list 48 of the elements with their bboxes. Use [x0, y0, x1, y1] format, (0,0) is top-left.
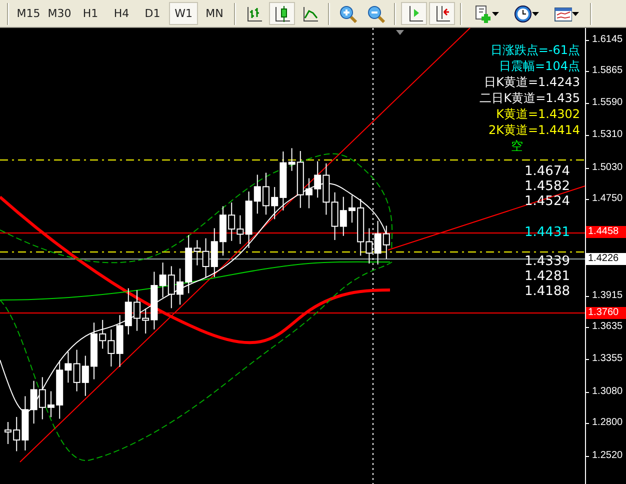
- chart-shift-button[interactable]: [401, 2, 427, 25]
- price-axis-label: 1.6145: [592, 34, 623, 46]
- price-axis-label: 1.4750: [592, 193, 623, 205]
- price-tag: 1.4458: [586, 226, 626, 238]
- template-icon: [554, 4, 572, 22]
- candlestick-icon: [273, 4, 291, 22]
- price-axis-label: 1.3915: [592, 290, 623, 302]
- timeframe-button[interactable]: D1: [138, 2, 167, 25]
- chart-shift-marker-icon: [396, 30, 404, 35]
- timeframe-button[interactable]: H4: [107, 2, 136, 25]
- price-axis-label: 1.3080: [592, 386, 623, 398]
- level-value: 1.4188: [524, 285, 570, 299]
- price-axis-label: 1.5310: [592, 129, 623, 141]
- autoscroll-button[interactable]: [429, 2, 455, 25]
- timeframe-button[interactable]: H1: [76, 2, 105, 25]
- timeframe-button[interactable]: M15: [14, 2, 43, 25]
- clock-icon: [514, 4, 532, 22]
- dropdown-arrow-icon: [492, 12, 498, 16]
- indicator-text: 日震幅=104点: [499, 58, 580, 74]
- price-axis-label: 1.5030: [592, 162, 623, 174]
- candlestick-button[interactable]: [269, 2, 295, 25]
- dropdown-arrow-icon: [532, 12, 538, 16]
- indicator-text: 空: [510, 138, 523, 154]
- level-value: 1.4582: [524, 180, 570, 194]
- timeframe-button[interactable]: MN: [200, 2, 229, 25]
- bar-chart-icon: [245, 4, 263, 22]
- price-axis-label: 1.3355: [592, 353, 623, 365]
- price-axis-label: 1.2800: [592, 417, 623, 429]
- price-axis-label: 1.2520: [592, 450, 623, 462]
- timeframe-button[interactable]: W1: [169, 2, 198, 25]
- level-value: 1.4674: [524, 165, 570, 179]
- timeframe-button[interactable]: M30: [45, 2, 74, 25]
- dropdown-arrow-icon: [572, 12, 578, 16]
- price-tag: 1.3760: [586, 307, 626, 319]
- level-value: 1.4281: [524, 270, 570, 284]
- line-chart-icon: [301, 4, 319, 22]
- zoom-in-icon: [339, 4, 357, 22]
- indicator-text: 2K黄道=1.4414: [488, 122, 580, 138]
- price-tag: 1.4226: [586, 253, 626, 265]
- indicator-text: 日涨跌点=-61点: [490, 42, 580, 58]
- indicator-text: K黄道=1.4302: [496, 106, 580, 122]
- zoom-out-icon: [367, 4, 385, 22]
- add-indicator-icon: [474, 4, 492, 22]
- price-axis-label: 1.5865: [592, 65, 623, 77]
- indicator-text: 日K黄道=1.4243: [484, 74, 580, 90]
- price-axis-label: 1.3635: [592, 321, 623, 333]
- indicator-text: 二日K黄道=1.435: [480, 90, 580, 106]
- price-axis-label: 1.5590: [592, 97, 623, 109]
